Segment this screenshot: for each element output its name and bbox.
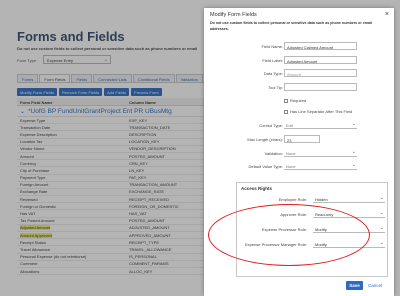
cancel-button[interactable]: Cancel	[368, 283, 382, 288]
default-value-type-row: Default Value Type: None ⌄	[204, 162, 394, 171]
chevron-down-icon: ⌄	[351, 149, 356, 155]
employee-role-value: Hidden	[315, 196, 328, 202]
validation-label: Validation:	[264, 151, 283, 156]
default-value-type-select[interactable]: None ⌄	[284, 162, 357, 170]
chevron-down-icon: ⌄	[379, 195, 384, 201]
employee-role-row: Employee Role: Hidden ⌄	[237, 195, 389, 204]
dialog-warning: Do not use custom fields to collect pers…	[210, 21, 372, 31]
field-name-label: Field Name:	[261, 44, 283, 49]
data-type-row: Data Type: Amount	[204, 69, 394, 78]
line-separator-label: Has Line Separator After This Field	[290, 109, 353, 114]
required-label: Required	[290, 98, 307, 103]
tool-tip-input[interactable]	[284, 83, 357, 91]
employee-role-select[interactable]: Hidden ⌄	[313, 195, 385, 203]
control-type-row: Control Type: Edit ⌄	[204, 121, 394, 130]
validation-select[interactable]: None ⌄	[284, 149, 357, 157]
data-type-label: Data Type:	[263, 71, 283, 76]
data-type-input[interactable]: Amount	[284, 69, 357, 77]
tool-tip-label: Tool Tip:	[268, 85, 283, 90]
field-label-label: Field Label:	[262, 58, 283, 63]
max-length-label: Max Length (chars):	[247, 137, 283, 142]
annotation-ellipse	[208, 204, 370, 266]
field-name-input[interactable]: Adjusted Claimed Amount	[284, 42, 357, 50]
close-icon[interactable]: ×	[385, 11, 389, 18]
tool-tip-row: Tool Tip:	[204, 83, 394, 92]
validation-row: Validation: None ⌄	[204, 149, 394, 158]
access-rights-title: Access Rights	[241, 186, 273, 191]
field-label-input[interactable]: Adjusted Amount	[284, 56, 357, 64]
chevron-down-icon: ⌄	[351, 121, 356, 127]
control-type-select[interactable]: Edit ⌄	[284, 121, 357, 129]
required-checkbox[interactable]	[284, 98, 288, 103]
control-type-value: Edit	[286, 122, 293, 128]
validation-value: None	[286, 150, 296, 156]
field-name-row: Field Name: Adjusted Claimed Amount	[204, 42, 394, 51]
save-button[interactable]: Save	[346, 281, 363, 290]
chevron-down-icon: ⌄	[379, 225, 384, 231]
control-type-label: Control Type:	[259, 123, 283, 128]
line-separator-checkbox-row[interactable]: Has Line Separator After This Field	[284, 108, 352, 115]
chevron-down-icon: ⌄	[351, 162, 356, 168]
chevron-down-icon: ⌄	[379, 210, 384, 216]
field-label-row: Field Label: Adjusted Amount	[204, 56, 394, 65]
default-value-type-value: None	[286, 163, 296, 169]
employee-role-label: Employee Role:	[278, 197, 307, 202]
required-checkbox-row[interactable]: Required	[284, 97, 306, 104]
dialog-title: Modify Form Fields	[210, 12, 257, 18]
max-length-input[interactable]: 23	[284, 135, 320, 143]
max-length-row: Max Length (chars): 23	[204, 135, 394, 144]
default-value-type-label: Default Value Type:	[248, 164, 283, 169]
chevron-down-icon: ⌄	[379, 240, 384, 246]
line-separator-checkbox[interactable]	[284, 109, 288, 114]
